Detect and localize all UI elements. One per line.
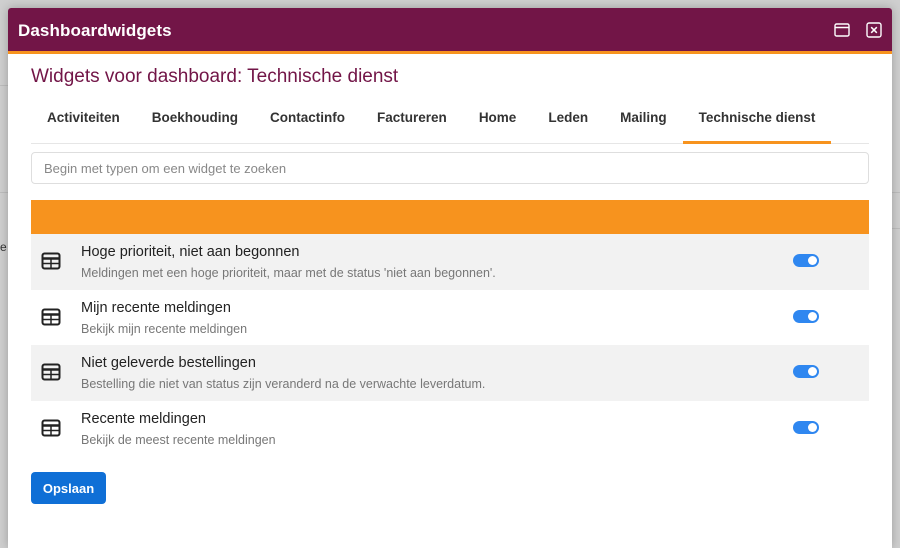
tab-contactinfo[interactable]: Contactinfo [254,108,361,142]
table-icon [41,252,61,270]
toggle-knob [808,256,817,265]
save-button[interactable]: Opslaan [31,472,106,504]
widget-row: Niet geleverde bestellingen Bestelling d… [31,345,869,401]
tab-factureren[interactable]: Factureren [361,108,463,142]
background-divider [892,228,900,229]
maximize-icon[interactable] [833,21,851,39]
widget-row: Hoge prioriteit, niet aan begonnen Meldi… [31,234,869,290]
background-divider [0,85,8,86]
close-icon[interactable] [865,21,883,39]
widget-description: Bekijk mijn recente meldingen [81,321,248,336]
tab-mailing[interactable]: Mailing [604,108,683,142]
tab-technische-dienst[interactable]: Technische dienst [682,108,832,144]
background-divider [892,192,900,193]
widget-row: Recente meldingen Bekijk de meest recent… [31,401,869,457]
widget-enabled-toggle[interactable] [793,420,819,434]
page-title: Widgets voor dashboard: Technische diens… [31,66,399,87]
dashboard-widgets-dialog: Dashboardwidgets Widgets voor dashboard:… [8,8,892,548]
tab-bar: Activiteiten Boekhouding Contactinfo Fac… [31,108,869,144]
tab-home[interactable]: Home [463,108,533,142]
widget-enabled-toggle[interactable] [793,254,819,267]
dialog-title: Dashboardwidgets [18,21,172,40]
widget-description: Bekijk de meest recente meldingen [81,432,276,447]
toggle-knob [808,422,817,432]
widget-title: Hoge prioriteit, niet aan begonnen [81,244,300,260]
widget-title: Recente meldingen [81,410,206,427]
table-icon [41,363,61,381]
tab-activiteiten[interactable]: Activiteiten [31,108,136,142]
tab-boekhouding[interactable]: Boekhouding [136,108,254,142]
widget-list-header-bar [31,200,869,234]
widget-search-input[interactable] [31,152,869,184]
toggle-knob [808,311,817,321]
widget-description: Bestelling die niet van status zijn vera… [81,377,486,391]
table-icon [41,419,61,437]
toggle-knob [808,367,817,376]
widget-list: Hoge prioriteit, niet aan begonnen Meldi… [31,234,869,456]
tab-leden[interactable]: Leden [532,108,604,142]
dialog-titlebar: Dashboardwidgets [8,8,892,54]
widget-enabled-toggle[interactable] [793,365,819,378]
table-icon [41,308,61,326]
widget-enabled-toggle[interactable] [793,309,819,323]
widget-title: Mijn recente meldingen [81,299,231,316]
widget-row: Mijn recente meldingen Bekijk mijn recen… [31,290,869,346]
widget-title: Niet geleverde bestellingen [81,355,256,371]
widget-description: Meldingen met een hoge prioriteit, maar … [81,266,496,280]
background-divider [0,192,8,193]
background-text-fragment: e [0,240,7,254]
